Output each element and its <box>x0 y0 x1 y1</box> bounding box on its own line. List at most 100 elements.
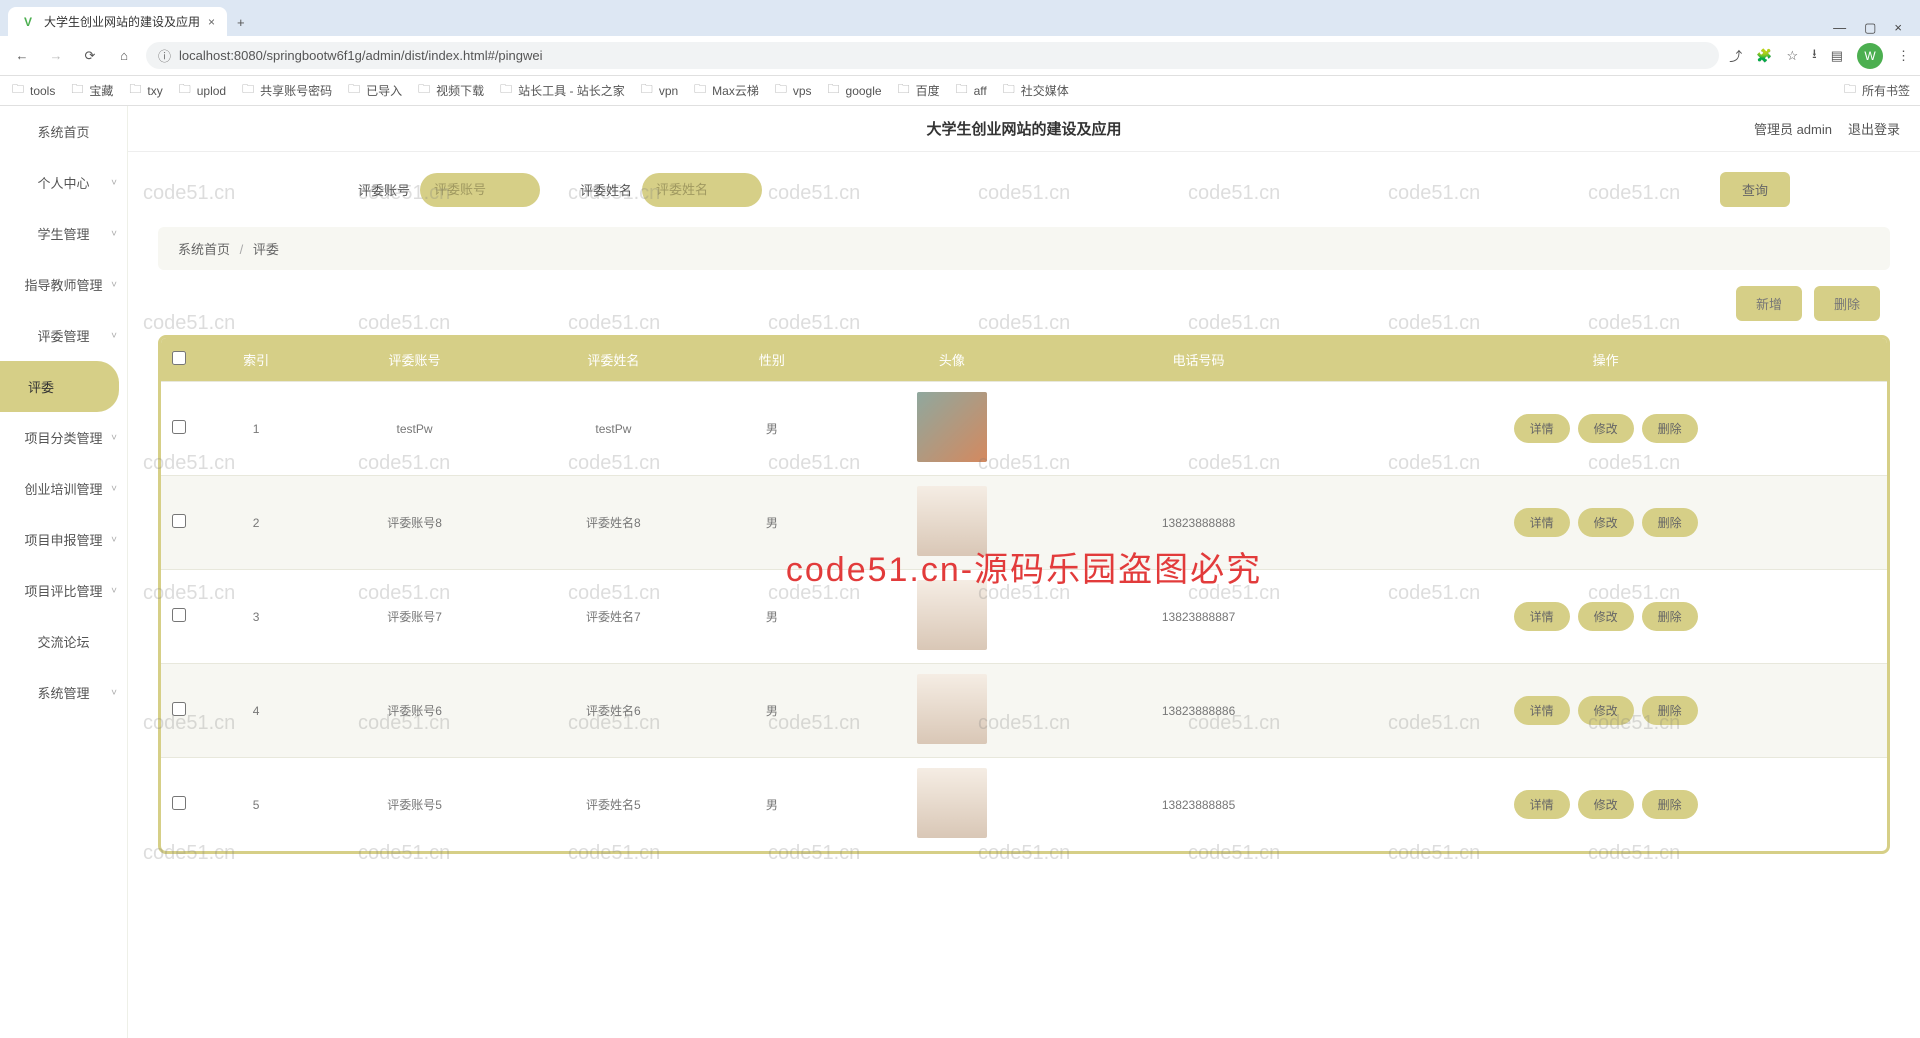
detail-button[interactable]: 详情 <box>1514 790 1570 819</box>
folder-icon: 🗀 <box>127 83 143 99</box>
edit-button[interactable]: 修改 <box>1578 696 1634 725</box>
add-button[interactable]: 新增 <box>1736 286 1802 321</box>
bookmark-item[interactable]: 🗀百度 <box>896 82 940 99</box>
minimize-icon[interactable]: — <box>1833 20 1846 36</box>
cell-index: 1 <box>197 382 315 476</box>
sidebar-item[interactable]: 系统首页 <box>0 106 127 157</box>
delete-button[interactable]: 删除 <box>1814 286 1880 321</box>
url-text: localhost:8080/springbootw6f1g/admin/dis… <box>179 48 543 63</box>
select-all-checkbox[interactable] <box>172 351 186 365</box>
bookmark-item[interactable]: 🗀tools <box>10 83 55 99</box>
detail-button[interactable]: 详情 <box>1514 414 1570 443</box>
sidebar-item[interactable]: 评委管理 <box>0 310 127 361</box>
cell-account: 评委账号8 <box>315 476 514 570</box>
downloads-icon[interactable]: ⭳ <box>1812 45 1817 67</box>
bookmark-item[interactable]: 🗀txy <box>127 83 162 99</box>
browser-chrome: V 大学生创业网站的建设及应用 × + — ▢ × ← → ⟳ ⌂ ⓘ loca… <box>0 0 1920 106</box>
sidebar-item[interactable]: 项目分类管理 <box>0 412 127 463</box>
detail-button[interactable]: 详情 <box>1514 602 1570 631</box>
row-checkbox[interactable] <box>172 796 186 810</box>
maximize-icon[interactable]: ▢ <box>1864 20 1876 36</box>
browser-tab[interactable]: V 大学生创业网站的建设及应用 × <box>8 7 227 36</box>
row-delete-button[interactable]: 删除 <box>1642 414 1698 443</box>
bookmark-label: Max云梯 <box>712 82 759 99</box>
bookmark-item[interactable]: 🗀vpn <box>639 83 678 99</box>
table-header-cell: 评委姓名 <box>514 338 713 382</box>
bookmark-label: 已导入 <box>366 82 402 99</box>
search-account-label: 评委账号 <box>358 180 410 199</box>
home-button[interactable]: ⌂ <box>112 48 136 63</box>
search-button[interactable]: 查询 <box>1720 172 1790 207</box>
site-info-icon[interactable]: ⓘ <box>158 46 171 65</box>
row-checkbox[interactable] <box>172 514 186 528</box>
sidebar-item[interactable]: 交流论坛 <box>0 616 127 667</box>
row-actions: 详情修改删除 <box>1332 602 1879 631</box>
new-tab-button[interactable]: + <box>227 9 255 36</box>
reload-button[interactable]: ⟳ <box>78 48 102 64</box>
bookmark-label: google <box>846 84 882 98</box>
cell-gender: 男 <box>713 664 831 758</box>
logout-button[interactable]: 退出登录 <box>1848 119 1900 138</box>
menu-icon[interactable]: ⋮ <box>1897 48 1910 64</box>
edit-button[interactable]: 修改 <box>1578 602 1634 631</box>
row-actions: 详情修改删除 <box>1332 414 1879 443</box>
sidebar-item[interactable]: 系统管理 <box>0 667 127 718</box>
bookmark-label: tools <box>30 84 55 98</box>
edit-button[interactable]: 修改 <box>1578 790 1634 819</box>
row-delete-button[interactable]: 删除 <box>1642 602 1698 631</box>
bookmark-item[interactable]: 🗀视频下载 <box>416 82 484 99</box>
breadcrumb-home[interactable]: 系统首页 <box>178 242 230 257</box>
table-row: 4评委账号6评委姓名6男13823888886详情修改删除 <box>161 664 1887 758</box>
bookmark-item[interactable]: 🗀已导入 <box>346 82 402 99</box>
bookmark-item[interactable]: 🗀宝藏 <box>69 82 113 99</box>
sidebar-item[interactable]: 学生管理 <box>0 208 127 259</box>
url-bar[interactable]: ⓘ localhost:8080/springbootw6f1g/admin/d… <box>146 42 1719 69</box>
bookmark-label: 社交媒体 <box>1021 82 1069 99</box>
table-header-cell: 索引 <box>197 338 315 382</box>
profile-avatar[interactable]: W <box>1857 43 1883 69</box>
sidebar-item[interactable]: 个人中心 <box>0 157 127 208</box>
bookmark-star-icon[interactable]: ☆ <box>1786 48 1798 64</box>
bookmark-all[interactable]: 🗀所有书签 <box>1842 82 1910 99</box>
table-header-cell: 评委账号 <box>315 338 514 382</box>
cell-gender: 男 <box>713 758 831 852</box>
cell-avatar <box>831 664 1073 758</box>
forward-button[interactable]: → <box>44 48 68 63</box>
search-account-input[interactable] <box>420 173 540 207</box>
cell-phone: 13823888888 <box>1073 476 1325 570</box>
bookmark-item[interactable]: 🗀uplod <box>177 83 226 99</box>
back-button[interactable]: ← <box>10 48 34 63</box>
row-delete-button[interactable]: 删除 <box>1642 790 1698 819</box>
bookmark-item[interactable]: 🗀aff <box>954 83 987 99</box>
row-checkbox[interactable] <box>172 702 186 716</box>
close-window-icon[interactable]: × <box>1894 20 1902 36</box>
sidebar-item[interactable]: 项目评比管理 <box>0 565 127 616</box>
detail-button[interactable]: 详情 <box>1514 696 1570 725</box>
row-checkbox[interactable] <box>172 420 186 434</box>
share-icon[interactable]: ⤴ <box>1729 46 1742 65</box>
cell-gender: 男 <box>713 382 831 476</box>
extensions-icon[interactable]: 🧩 <box>1756 48 1772 64</box>
sidebar-item[interactable]: 项目申报管理 <box>0 514 127 565</box>
cell-name: 评委姓名6 <box>514 664 713 758</box>
close-tab-icon[interactable]: × <box>208 15 215 29</box>
detail-button[interactable]: 详情 <box>1514 508 1570 537</box>
edit-button[interactable]: 修改 <box>1578 414 1634 443</box>
row-delete-button[interactable]: 删除 <box>1642 508 1698 537</box>
bookmark-item[interactable]: 🗀社交媒体 <box>1001 82 1069 99</box>
reading-list-icon[interactable]: ▤ <box>1831 48 1843 64</box>
row-checkbox[interactable] <box>172 608 186 622</box>
bookmark-item[interactable]: 🗀共享账号密码 <box>240 82 332 99</box>
user-label[interactable]: 管理员 admin <box>1754 119 1832 138</box>
bookmark-item[interactable]: 🗀Max云梯 <box>692 82 759 99</box>
table-header-cell: 头像 <box>831 338 1073 382</box>
sidebar-item[interactable]: 指导教师管理 <box>0 259 127 310</box>
bookmark-item[interactable]: 🗀vps <box>773 83 812 99</box>
bookmark-item[interactable]: 🗀站长工具 - 站长之家 <box>498 82 625 99</box>
sidebar-item[interactable]: 创业培训管理 <box>0 463 127 514</box>
sidebar-item[interactable]: 评委 <box>0 361 119 412</box>
row-delete-button[interactable]: 删除 <box>1642 696 1698 725</box>
search-name-input[interactable] <box>642 173 762 207</box>
edit-button[interactable]: 修改 <box>1578 508 1634 537</box>
bookmark-item[interactable]: 🗀google <box>826 83 882 99</box>
